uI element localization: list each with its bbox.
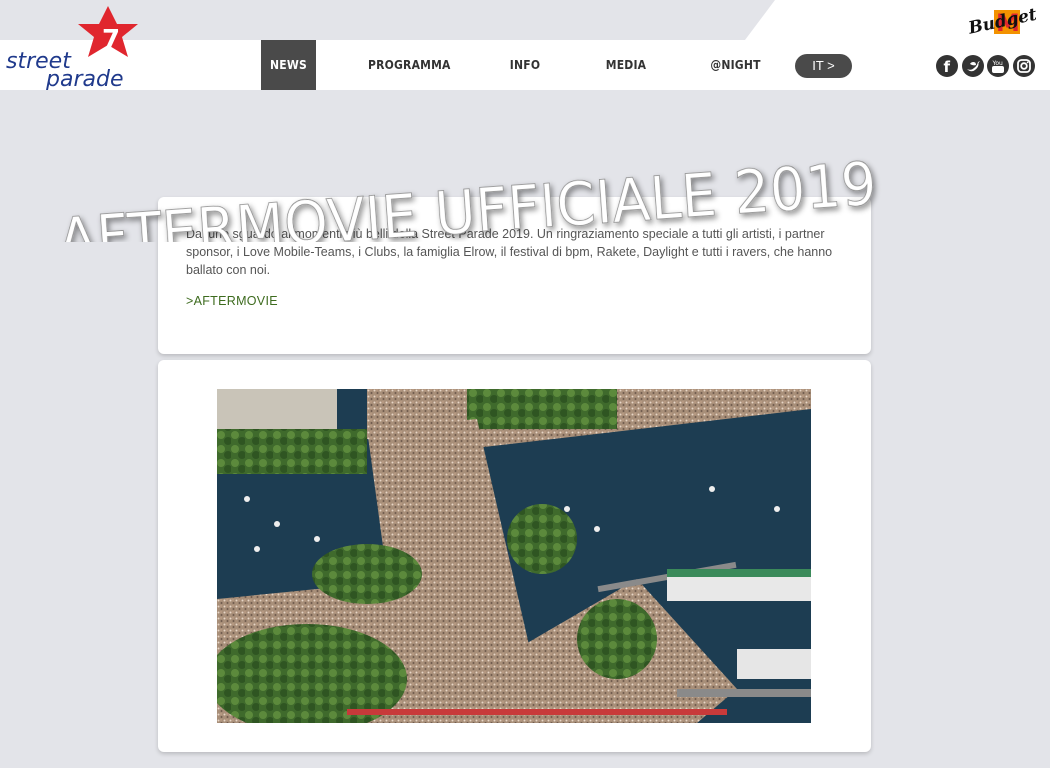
nav-night[interactable]: @NIGHT <box>708 40 763 90</box>
instagram-icon[interactable] <box>1013 55 1035 77</box>
svg-text:f: f <box>944 58 951 76</box>
logo-badge-number: 7 <box>102 25 120 55</box>
nav-info[interactable]: INFO <box>505 40 545 90</box>
aftermovie-photo[interactable] <box>217 389 811 723</box>
aftermovie-link[interactable]: >AFTERMOVIE <box>186 294 278 308</box>
twitter-icon[interactable] <box>962 55 984 77</box>
youtube-icon[interactable]: You <box>987 55 1009 77</box>
facebook-icon[interactable]: f <box>936 55 958 77</box>
sponsor-tab: M Budget <box>745 0 1050 40</box>
nav-programma[interactable]: PROGRAMMA <box>368 40 450 90</box>
page-title: AFTERMOVIE UFFICIALE 2019 <box>56 148 880 242</box>
language-button[interactable]: IT > <box>795 54 852 78</box>
photo-card <box>158 360 871 752</box>
main-nav: 7 street parade NEWS PROGRAMMA INFO MEDI… <box>0 6 1050 90</box>
svg-text:You: You <box>992 60 1004 67</box>
nav-media[interactable]: MEDIA <box>602 40 650 90</box>
page-title-text: AFTERMOVIE UFFICIALE 2019 <box>56 149 879 242</box>
logo-line2: parade <box>45 67 123 90</box>
street-parade-logo[interactable]: 7 street parade <box>4 4 154 90</box>
nav-news[interactable]: NEWS <box>261 40 316 90</box>
sponsor-logo[interactable]: M Budget <box>966 2 1036 36</box>
